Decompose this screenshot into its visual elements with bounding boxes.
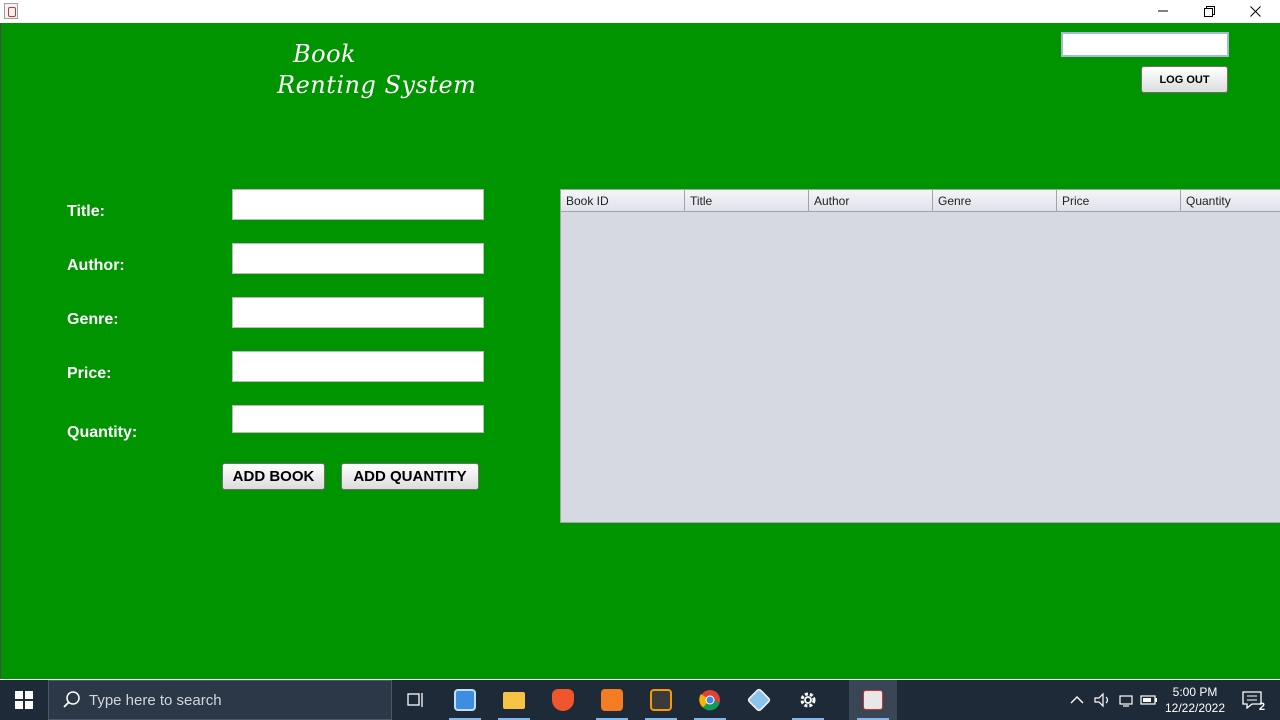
folder-icon [503,691,525,709]
author-input[interactable] [232,243,484,274]
taskbar-app-sublime-text[interactable] [637,680,685,720]
sublime-text-icon [650,689,672,711]
close-button[interactable] [1232,0,1278,22]
close-icon [1249,5,1261,17]
taskbar-clock[interactable]: 5:00 PM 12/22/2022 [1160,684,1230,716]
genre-label: Genre: [67,311,119,328]
task-view-button[interactable] [392,680,440,720]
taskbar-app-chrome[interactable] [686,680,734,720]
add-quantity-button[interactable]: ADD QUANTITY [341,463,479,490]
quantity-input[interactable] [232,405,484,433]
column-header-quantity[interactable]: Quantity [1181,190,1280,212]
taskbar-app-settings[interactable] [784,680,832,720]
battery-icon[interactable] [1140,692,1158,708]
brand-title-line2: Renting System [277,71,477,99]
taskbar-app-control-panel[interactable] [441,680,489,720]
title-label: Title: [67,203,105,220]
column-header-title[interactable]: Title [685,190,809,212]
window-titlebar [0,0,1280,23]
taskbar-app-java[interactable] [849,680,897,720]
taskbar-app-file-explorer[interactable] [490,680,538,720]
brave-lion-icon [552,689,574,711]
taskbar-app-xampp[interactable] [588,680,636,720]
minimize-button[interactable] [1140,0,1186,22]
clock-date: 12/22/2022 [1164,701,1226,715]
speaker-icon[interactable] [1094,692,1112,708]
taskbar-app-netbeans[interactable] [735,680,783,720]
taskbar: Type here to search 5:00 PM 12/22/2022 2 [0,680,1280,720]
chrome-icon [699,690,720,711]
xampp-icon [601,689,623,711]
user-field[interactable] [1061,32,1229,57]
search-icon [63,690,83,710]
restore-button[interactable] [1186,0,1232,22]
java-icon [4,3,18,19]
chevron-up-icon[interactable] [1070,695,1084,705]
author-label: Author: [67,257,125,274]
notification-count: 2 [1258,701,1265,713]
java-cup-icon [863,690,883,710]
logout-button[interactable]: LOG OUT [1141,66,1228,93]
windows-logo-icon [15,691,33,709]
app-window: Book Renting System LOG OUT Title: Autho… [0,23,1280,679]
title-input[interactable] [232,189,484,220]
task-view-icon [407,693,423,707]
search-placeholder: Type here to search [89,691,222,709]
start-button[interactable] [0,680,48,720]
column-header-price[interactable]: Price [1057,190,1181,212]
price-input[interactable] [232,351,484,382]
price-label: Price: [67,365,112,382]
restore-icon [1203,5,1215,17]
table-header: Book ID Title Author Genre Price Quantit… [561,190,1280,212]
books-table[interactable]: Book ID Title Author Genre Price Quantit… [560,189,1280,523]
column-header-book-id[interactable]: Book ID [561,190,685,212]
gear-icon [800,692,816,708]
add-book-button[interactable]: ADD BOOK [222,463,325,490]
control-panel-icon [454,689,476,711]
system-tray [1070,680,1158,720]
brand-title-line1: Book [293,40,357,68]
taskbar-search[interactable]: Type here to search [48,680,392,720]
taskbar-app-brave[interactable] [539,680,587,720]
netbeans-cube-icon [746,687,772,713]
column-header-author[interactable]: Author [809,190,933,212]
quantity-label: Quantity: [67,424,138,441]
network-icon[interactable] [1118,692,1136,708]
clock-time: 5:00 PM [1172,685,1218,699]
minimize-icon [1158,10,1168,12]
notification-center-button[interactable]: 2 [1236,680,1268,720]
column-header-genre[interactable]: Genre [933,190,1057,212]
genre-input[interactable] [232,297,484,328]
